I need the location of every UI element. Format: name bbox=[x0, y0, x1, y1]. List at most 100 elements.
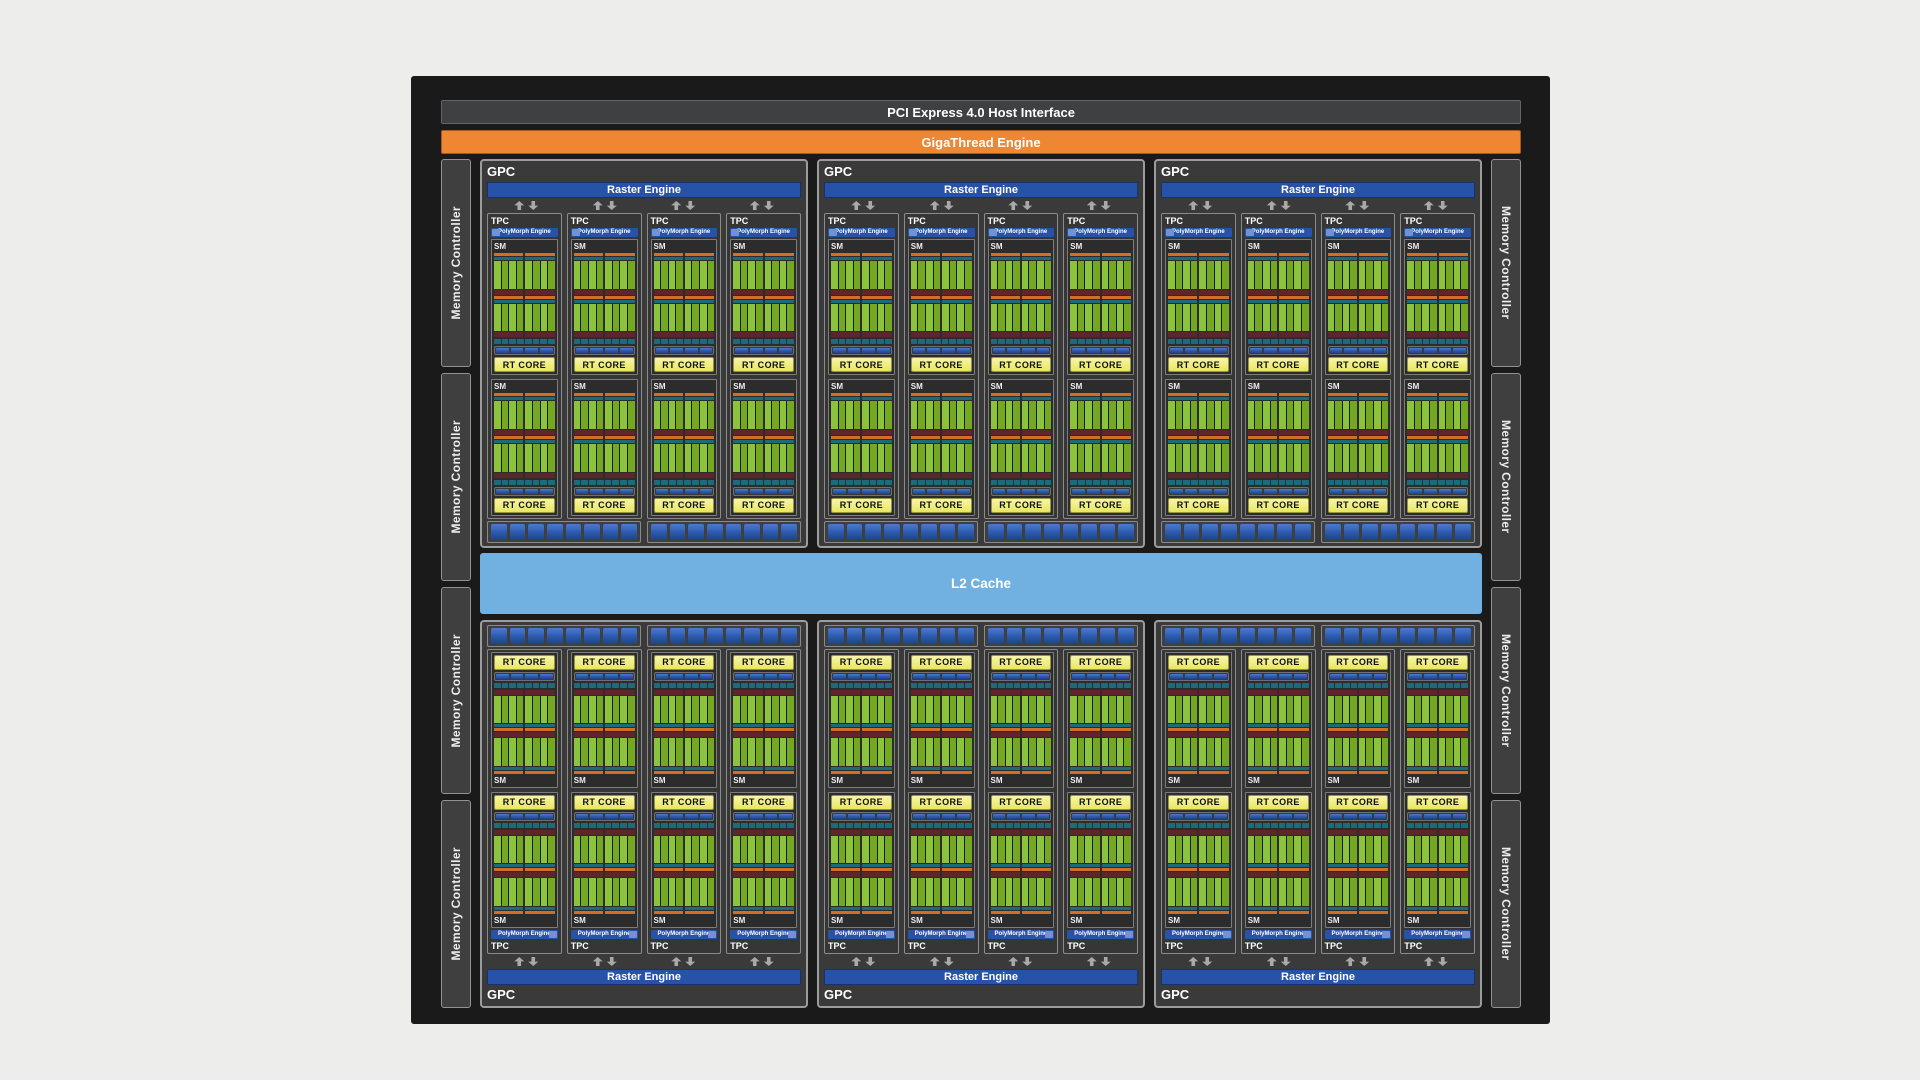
sm-halves: TENSOR CORETENSOR CORETENSOR CORETENSOR … bbox=[654, 830, 715, 914]
tex-unit-strip bbox=[1407, 487, 1468, 496]
tex-unit bbox=[590, 348, 603, 353]
warp-scheduler-bar bbox=[1070, 771, 1099, 774]
warp-scheduler-bar bbox=[942, 771, 971, 774]
cuda-core-column bbox=[628, 696, 635, 724]
tensor-core-bar: TENSOR CORE bbox=[1328, 473, 1357, 478]
sm-half: TENSOR CORETENSOR CORE bbox=[862, 830, 891, 914]
sm: SMTENSOR CORETENSOR CORETENSOR CORETENSO… bbox=[491, 792, 558, 928]
cuda-core-block bbox=[942, 444, 971, 472]
cuda-core-block bbox=[574, 878, 603, 906]
ldst-strip bbox=[1168, 683, 1229, 688]
cuda-core-column bbox=[1350, 738, 1357, 766]
register-file-bar bbox=[733, 767, 762, 770]
tex-unit bbox=[1072, 814, 1085, 819]
cuda-core-column bbox=[1191, 304, 1198, 332]
polymorph-engine-bar: PolyMorph Engine bbox=[571, 930, 638, 939]
tensor-core-label: TENSOR CORE bbox=[862, 834, 891, 835]
cuda-core-column bbox=[581, 696, 588, 724]
cuda-core-column bbox=[772, 444, 779, 472]
tex-unit bbox=[735, 814, 748, 819]
polymorph-accent bbox=[652, 229, 660, 236]
gpc-row-top: GPCRaster EngineTPCPolyMorph EngineSMTEN… bbox=[480, 159, 1482, 548]
rop-unit bbox=[1221, 628, 1237, 644]
tensor-core-bar: TENSOR CORE bbox=[654, 290, 683, 295]
warp-scheduler-bar bbox=[831, 393, 860, 396]
register-file-bar bbox=[911, 257, 940, 260]
tex-unit bbox=[877, 489, 890, 494]
ldst-unit bbox=[911, 480, 918, 485]
ldst-unit bbox=[877, 339, 884, 344]
ldst-unit bbox=[733, 339, 740, 344]
warp-scheduler-bar bbox=[831, 868, 860, 871]
tex-unit-strip bbox=[991, 487, 1052, 496]
ldst-unit bbox=[1446, 480, 1453, 485]
tensor-core-bar: TENSOR CORE bbox=[1328, 872, 1357, 877]
ldst-unit bbox=[1358, 339, 1365, 344]
tex-unit bbox=[1116, 814, 1129, 819]
ldst-unit bbox=[1191, 339, 1198, 344]
cuda-core-block bbox=[605, 444, 634, 472]
sm-half: TENSOR CORETENSOR CORE bbox=[1070, 393, 1099, 477]
sm-label: SM bbox=[1248, 776, 1309, 785]
tex-unit-strip bbox=[654, 812, 715, 821]
cuda-core-column bbox=[1335, 261, 1342, 289]
sm-half: TENSOR CORETENSOR CORE bbox=[765, 690, 794, 774]
tensor-core-label: TENSOR CORE bbox=[1279, 694, 1308, 695]
sm-half: TENSOR CORETENSOR CORE bbox=[862, 393, 891, 477]
sm: SMTENSOR CORETENSOR CORETENSOR CORETENSO… bbox=[730, 239, 797, 375]
warp-scheduler-bar bbox=[1168, 911, 1197, 914]
cuda-core-column bbox=[918, 738, 925, 766]
tex-unit-strip bbox=[911, 487, 972, 496]
cuda-core-column bbox=[525, 261, 532, 289]
cuda-core-column bbox=[1374, 261, 1381, 289]
polymorph-accent bbox=[886, 931, 894, 938]
cuda-core-column bbox=[676, 738, 683, 766]
arrow-pair bbox=[981, 956, 1060, 967]
tensor-core-label: TENSOR CORE bbox=[991, 834, 1020, 835]
register-file-bar bbox=[525, 300, 554, 303]
ldst-unit bbox=[839, 683, 846, 688]
ldst-unit bbox=[926, 683, 933, 688]
tex-unit bbox=[496, 674, 509, 679]
rt-core-bar: RT CORE bbox=[733, 655, 794, 670]
cuda-core-column bbox=[787, 878, 794, 906]
cuda-core-column bbox=[878, 401, 885, 429]
tex-unit-strip bbox=[991, 672, 1052, 681]
warp-scheduler-bar bbox=[1070, 911, 1099, 914]
register-file-bar bbox=[1199, 907, 1228, 910]
cuda-core-column bbox=[911, 878, 918, 906]
tensor-core-bar: TENSOR CORE bbox=[685, 872, 714, 877]
sm-halves: TENSOR CORETENSOR CORETENSOR CORETENSOR … bbox=[1248, 253, 1309, 337]
ldst-unit bbox=[494, 823, 501, 828]
cuda-core-column bbox=[878, 836, 885, 864]
tensor-core-bar: TENSOR CORE bbox=[991, 290, 1020, 295]
cuda-core-column bbox=[839, 878, 846, 906]
rop-unit bbox=[1165, 524, 1181, 540]
ldst-strip bbox=[1248, 823, 1309, 828]
cuda-core-block bbox=[911, 878, 940, 906]
tex-unit bbox=[576, 489, 589, 494]
sm-half: TENSOR CORETENSOR CORE bbox=[942, 690, 971, 774]
cuda-core-column bbox=[605, 444, 612, 472]
warp-scheduler-bar bbox=[1279, 771, 1308, 774]
tensor-core-bar: TENSOR CORE bbox=[911, 473, 940, 478]
sm: SMTENSOR CORETENSOR CORETENSOR CORETENSO… bbox=[651, 792, 718, 928]
cuda-core-column bbox=[685, 738, 692, 766]
cuda-core-column bbox=[1374, 401, 1381, 429]
ldst-unit bbox=[998, 480, 1005, 485]
cuda-core-column bbox=[831, 304, 838, 332]
cuda-core-column bbox=[862, 261, 869, 289]
tensor-core-label: TENSOR CORE bbox=[1168, 336, 1197, 337]
sm: SMTENSOR CORETENSOR CORETENSOR CORETENSO… bbox=[1245, 792, 1312, 928]
tensor-core-bar: TENSOR CORE bbox=[1439, 690, 1468, 695]
arrow-pair bbox=[1318, 956, 1397, 967]
ldst-unit bbox=[1117, 480, 1124, 485]
rop-unit bbox=[1007, 524, 1023, 540]
tpc: TPCPolyMorph EngineSMTENSOR CORETENSOR C… bbox=[1241, 213, 1316, 519]
cuda-core-column bbox=[1215, 696, 1222, 724]
cuda-core-column bbox=[787, 696, 794, 724]
register-file-bar bbox=[525, 864, 554, 867]
warp-scheduler-bar bbox=[765, 253, 794, 256]
tex-unit-strip bbox=[494, 487, 555, 496]
ldst-unit bbox=[1124, 823, 1131, 828]
